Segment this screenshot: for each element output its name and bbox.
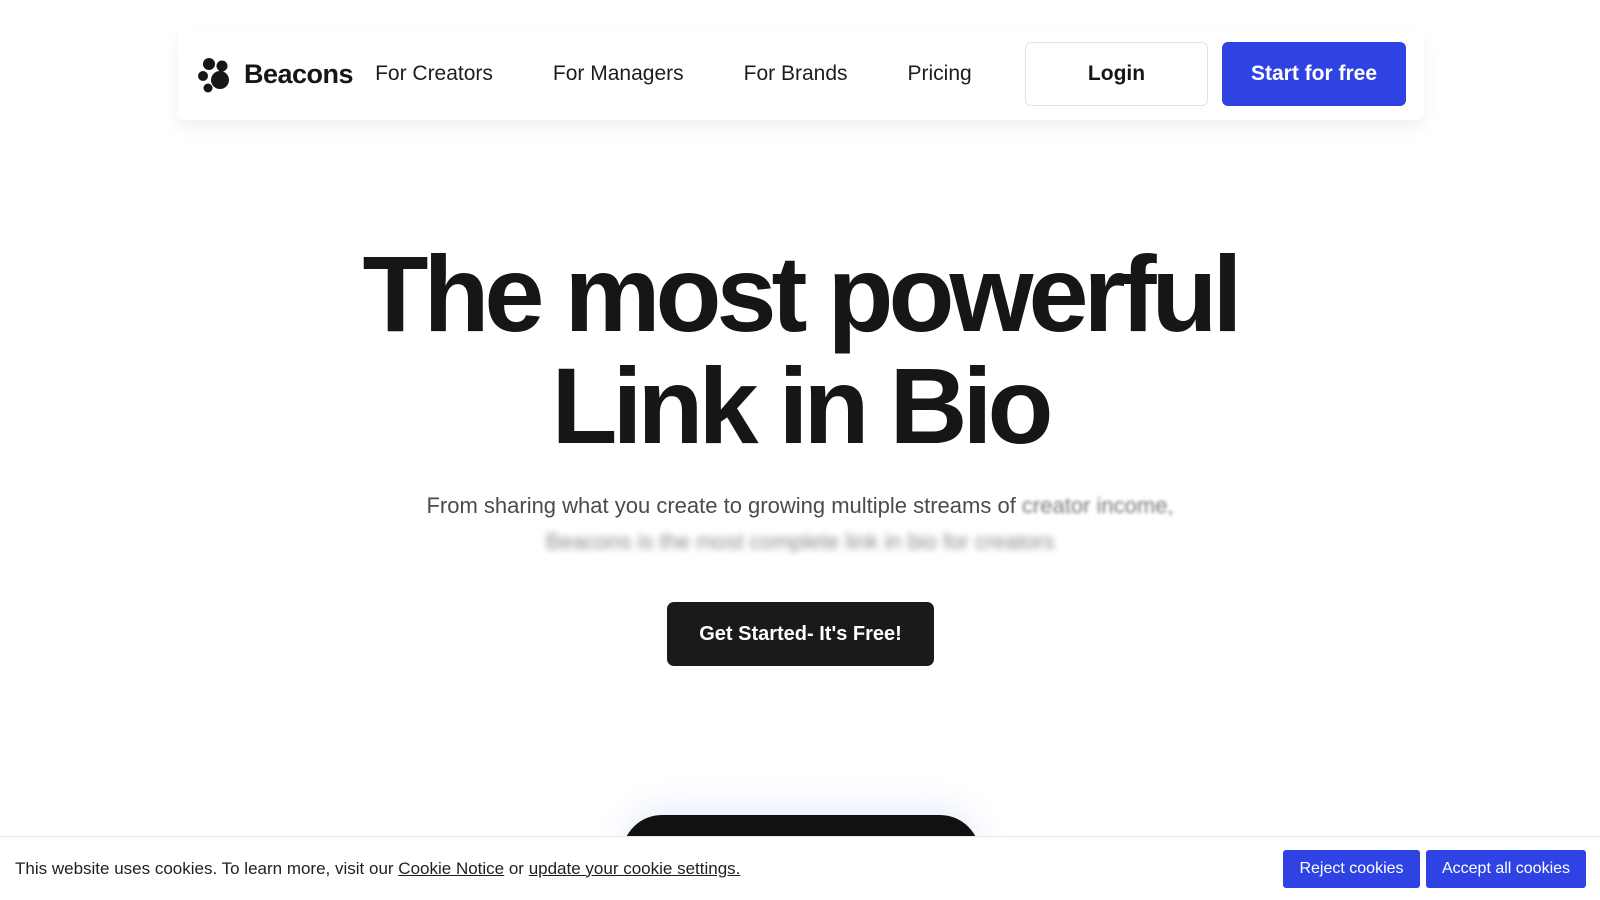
cookie-message: This website uses cookies. To learn more…	[15, 859, 740, 879]
cookie-text-prefix: This website uses cookies. To learn more…	[15, 858, 399, 878]
top-navigation: Beacons For Creators For Managers For Br…	[178, 28, 1424, 120]
cookie-text-mid: or	[504, 858, 529, 878]
nav-link-for-brands[interactable]: For Brands	[744, 62, 848, 86]
cookie-banner: This website uses cookies. To learn more…	[0, 836, 1600, 900]
nav-link-for-managers[interactable]: For Managers	[553, 62, 684, 86]
hero-subtitle-line1: From sharing what you create to growing …	[426, 493, 1016, 518]
brand-name: Beacons	[244, 58, 354, 89]
cookie-notice-link[interactable]: Cookie Notice	[398, 859, 504, 878]
start-for-free-button[interactable]: Start for free	[1222, 42, 1406, 106]
hero-subtitle: From sharing what you create to growing …	[0, 487, 1600, 561]
accept-all-cookies-button[interactable]: Accept all cookies	[1426, 849, 1586, 888]
nav-link-for-creators[interactable]: For Creators	[375, 62, 493, 86]
page: Beacons For Creators For Managers For Br…	[0, 0, 1600, 900]
login-button[interactable]: Login	[1025, 42, 1208, 106]
nav-actions: Login Start for free	[1025, 42, 1406, 106]
reject-cookies-button[interactable]: Reject cookies	[1283, 849, 1420, 888]
hero-subtitle-line2-blurred: Beacons is the most complete link in bio…	[545, 529, 1055, 554]
get-started-button[interactable]: Get Started- It's Free!	[667, 602, 934, 666]
hero-title: The most powerful Link in Bio	[0, 238, 1600, 462]
cookie-settings-link[interactable]: update your cookie settings.	[529, 859, 741, 878]
hero-title-line2: Link in Bio	[551, 345, 1054, 466]
nav-links: For Creators For Managers For Brands Pri…	[375, 62, 972, 86]
hero-title-line1: The most powerful	[362, 233, 1242, 354]
hero-subtitle-line1-faded: creator income,	[1015, 493, 1174, 518]
nav-link-pricing[interactable]: Pricing	[908, 62, 972, 86]
brand-logo[interactable]: Beacons	[196, 54, 354, 94]
cookie-actions: Reject cookies Accept all cookies	[1283, 849, 1586, 888]
paw-dots-icon	[198, 58, 229, 93]
